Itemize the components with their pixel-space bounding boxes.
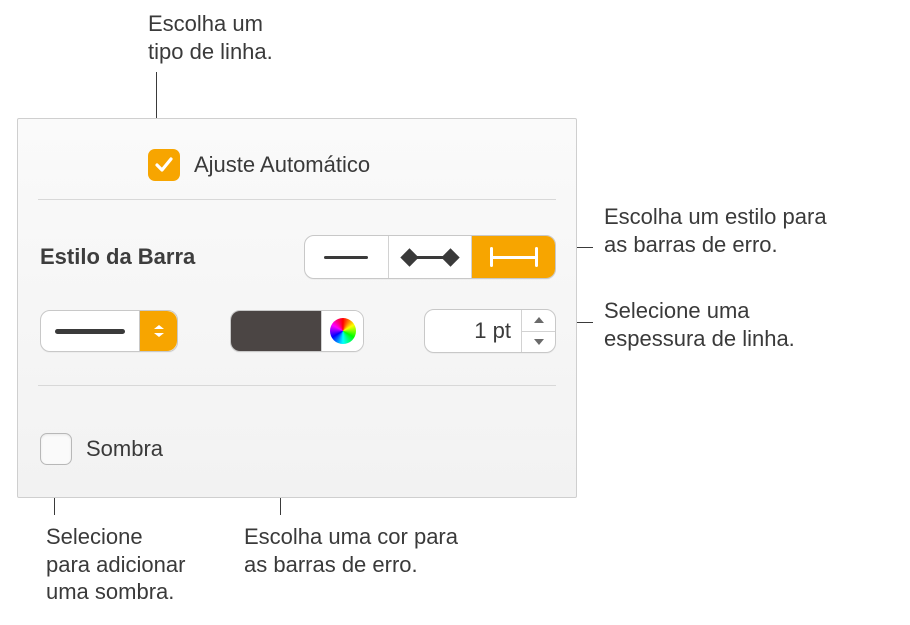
seg-plain[interactable] [305, 236, 389, 278]
color-wheel-icon [330, 318, 356, 344]
row-line-controls: 1 pt [18, 301, 576, 361]
chevron-down-icon [533, 338, 545, 346]
stepper-down[interactable] [522, 332, 555, 353]
format-panel: Ajuste Automático Estilo da Barra [17, 118, 577, 498]
color-swatch[interactable] [231, 311, 321, 351]
seg-diamond[interactable] [389, 236, 473, 278]
seg-plain-icon [324, 256, 368, 259]
dropdown-line-type[interactable] [40, 310, 178, 352]
label-shadow: Sombra [86, 436, 163, 462]
row-auto-fit: Ajuste Automático [18, 137, 576, 193]
thickness-value[interactable]: 1 pt [425, 318, 521, 344]
checkmark-icon [153, 154, 175, 176]
callout-thickness: Selecione uma espessura de linha. [604, 297, 894, 352]
callout-line-type: Escolha um tipo de linha. [148, 10, 328, 65]
updown-icon [150, 325, 168, 337]
divider-2 [38, 385, 556, 386]
segmented-bar-style [304, 235, 556, 279]
row-bar-style: Estilo da Barra [18, 227, 576, 287]
seg-diamond-icon [406, 247, 454, 267]
color-wheel-button[interactable] [321, 311, 363, 351]
checkbox-auto-fit[interactable] [148, 149, 180, 181]
divider-1 [38, 199, 556, 200]
color-picker [230, 310, 364, 352]
dropdown-arrow [139, 311, 177, 351]
line-type-preview [41, 329, 139, 334]
thickness-stepper: 1 pt [424, 309, 556, 353]
stepper-buttons [521, 310, 555, 352]
seg-cap-icon [490, 247, 538, 267]
row-shadow: Sombra [18, 419, 576, 479]
chevron-up-icon [533, 316, 545, 324]
callout-bar-style: Escolha um estilo para as barras de erro… [604, 203, 894, 258]
callout-shadow: Selecione para adicionar uma sombra. [46, 523, 226, 606]
callout-color: Escolha uma cor para as barras de erro. [244, 523, 504, 578]
label-bar-style: Estilo da Barra [40, 244, 195, 270]
seg-cap[interactable] [472, 236, 555, 278]
line-solid-icon [55, 329, 125, 334]
checkbox-shadow[interactable] [40, 433, 72, 465]
stepper-up[interactable] [522, 310, 555, 332]
label-auto-fit: Ajuste Automático [194, 152, 370, 178]
